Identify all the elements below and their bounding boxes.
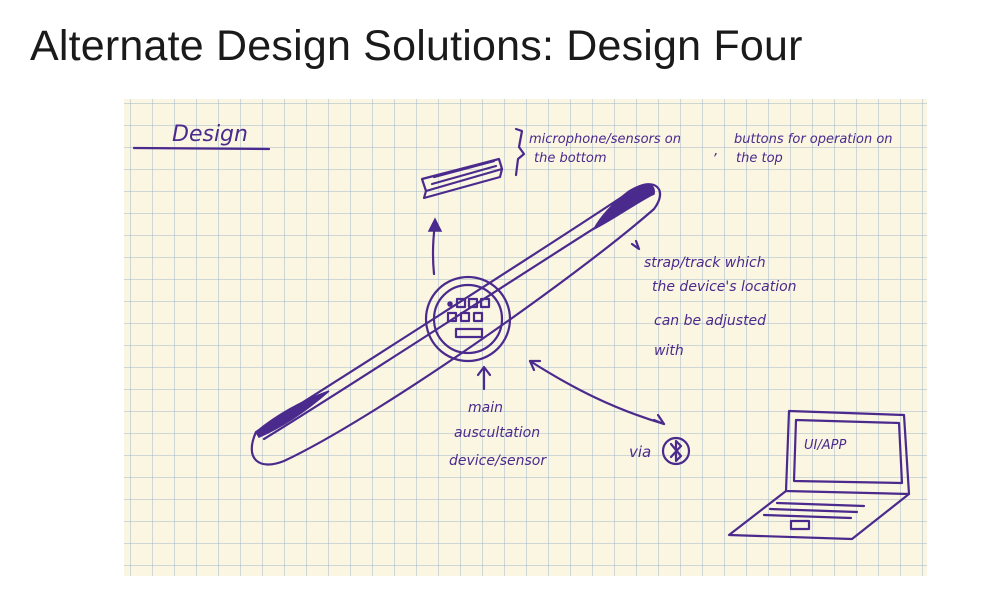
sketch-image: Design microphone/sensors on the bottom … (124, 99, 927, 576)
note-buttons-line1: buttons for operation on (734, 132, 893, 147)
bluetooth-connector-head-b (652, 413, 666, 426)
note-main-line1: main (468, 400, 503, 416)
note-strap-line2: the device's location (652, 279, 797, 295)
note-mic-line2: the bottom (534, 151, 606, 166)
note-strap-line4: with (654, 343, 684, 359)
note-main-line3: device/sensor (449, 453, 547, 469)
note-via: via (629, 443, 651, 461)
note-buttons-line2: the top (736, 151, 783, 166)
note-comma: , (714, 143, 718, 159)
main-arrow (476, 365, 492, 391)
note-strap-line3: can be adjusted (654, 313, 766, 329)
strap-arrow (630, 239, 641, 251)
note-mic-line1: microphone/sensors on (529, 132, 681, 147)
strap-track (250, 183, 662, 466)
note-brace (514, 127, 526, 177)
slide-title: Alternate Design Solutions: Design Four (30, 22, 803, 70)
note-strap-line1: strap/track which (644, 255, 766, 271)
sketch-heading: Design (172, 122, 248, 147)
bluetooth-icon (661, 436, 691, 466)
laptop-screen-text: UI/APP (804, 438, 846, 453)
laptop-icon (727, 409, 911, 541)
bluetooth-connector (528, 359, 666, 426)
note-main-line2: auscultation (454, 425, 540, 441)
arrow-up-head (427, 217, 443, 232)
heading-underline (132, 146, 271, 151)
sketch-drawing: Design microphone/sensors on the bottom … (132, 122, 911, 541)
device-side-view (420, 157, 504, 200)
